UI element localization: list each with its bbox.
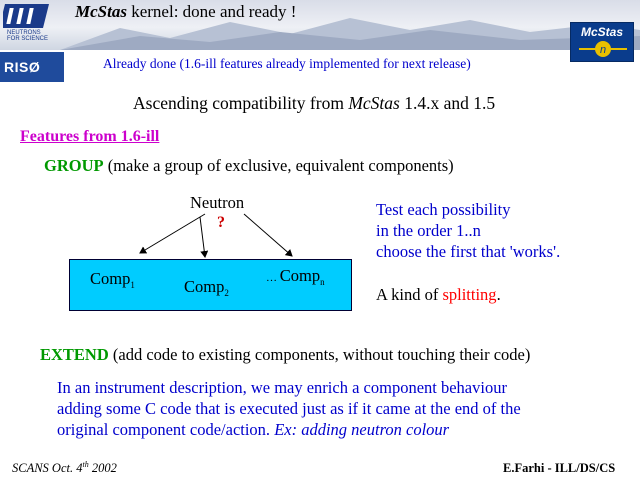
splitting-note: A kind of splitting. (376, 285, 501, 304)
arrow-to-comp2 (199, 216, 209, 258)
footer-author: E.Farhi - ILL/DS/CS (503, 461, 616, 475)
detail-line: In an instrument description, we may enr… (57, 378, 507, 397)
test-explanation: Test each possibility in the order 1..n … (376, 199, 560, 262)
detail-line: adding some C code that is executed just… (57, 399, 521, 418)
question-mark: ? (217, 214, 225, 231)
component-1-label: Comp1 (90, 269, 135, 290)
detail-line: original component code/action. Ex: addi… (57, 420, 450, 439)
footer-event-date: SCANS Oct. 4th 2002 (12, 460, 117, 476)
test-line: in the order 1..n (376, 221, 481, 240)
test-line: Test each possibility (376, 200, 511, 219)
component-n-label: … Compn (266, 266, 325, 287)
arrow-to-compn (243, 213, 293, 257)
test-line: choose the first that 'works'. (376, 242, 561, 261)
arrow-to-comp1 (139, 213, 206, 254)
extend-description: EXTEND (add code to existing components,… (40, 345, 531, 364)
neutron-label: Neutron (190, 193, 245, 212)
extend-keyword: EXTEND (40, 345, 109, 364)
extend-details: In an instrument description, we may enr… (57, 377, 521, 440)
component-2-label: Comp2 (184, 277, 229, 298)
